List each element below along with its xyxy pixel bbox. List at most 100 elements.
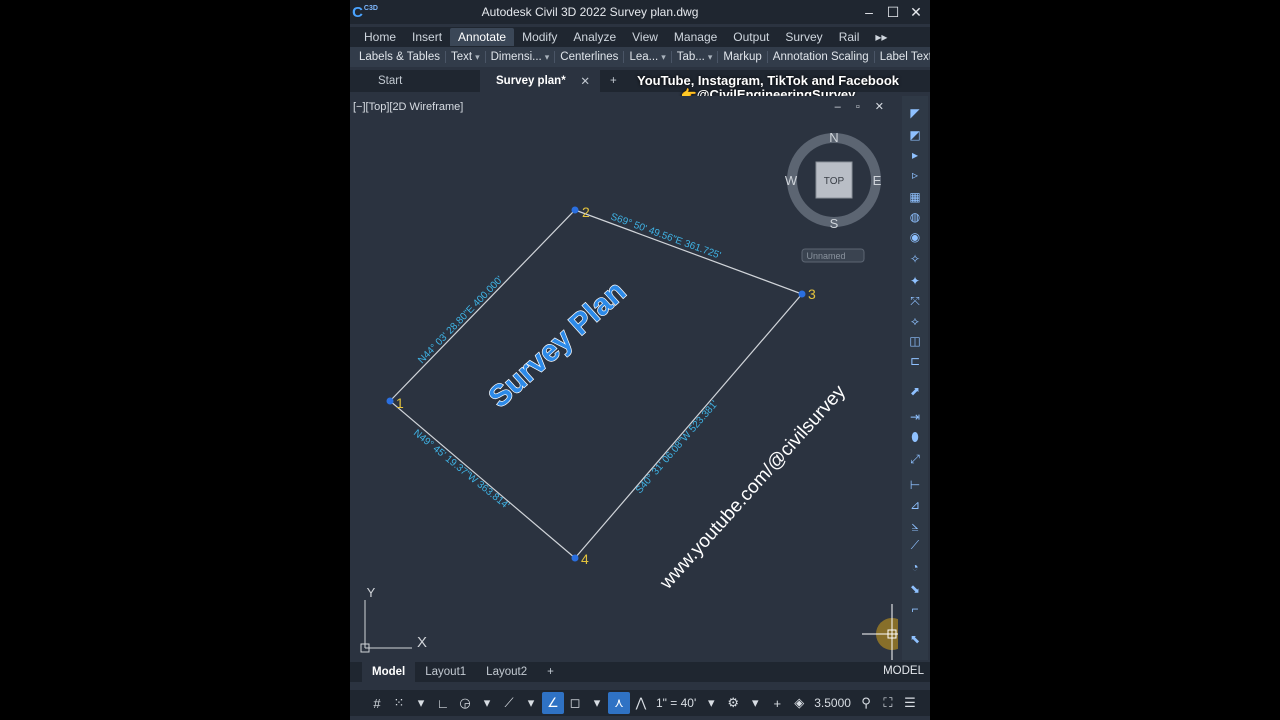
tab-layout1[interactable]: Layout1 (415, 666, 476, 678)
menu-icon[interactable]: ☰ (899, 692, 921, 714)
tab-survey[interactable]: Survey (777, 28, 830, 46)
tool-icon[interactable]: ✧ (906, 250, 924, 268)
chevron-down-icon[interactable]: ▾ (744, 692, 766, 714)
tab-survey-plan[interactable]: Survey plan* ✕ (480, 70, 600, 92)
drawing-canvas[interactable]: TOP N S E W Unnamed 1 2 3 4 N44° 03' 28.… (350, 96, 898, 660)
isodraft-icon[interactable]: ⟋ (498, 692, 520, 714)
tool-icon[interactable]: ⌐ (906, 600, 924, 618)
tab-insert[interactable]: Insert (404, 28, 450, 46)
tool-icon[interactable]: ⊢ (906, 476, 924, 494)
isolate-icon[interactable]: ⚲ (855, 692, 877, 714)
tool-icon[interactable]: ⦥ (906, 516, 924, 534)
tool-icon[interactable]: ◤ (906, 104, 924, 122)
fullscreen-icon[interactable]: ⛶ (877, 692, 899, 714)
tool-icon[interactable]: ⤢ (906, 450, 924, 468)
panel-centerlines[interactable]: Centerlines (555, 51, 625, 63)
tool-icon[interactable]: ◫ (906, 332, 924, 350)
compass-west[interactable]: W (785, 173, 798, 188)
tool-icon[interactable]: ✦ (906, 272, 924, 290)
survey-plan-title[interactable]: Survey Plan (482, 274, 633, 415)
tab-rail[interactable]: Rail (831, 28, 868, 46)
tool-icon[interactable]: ⬊ (906, 580, 924, 598)
edge-label-3-4[interactable]: S40° 31' 06.08"W 523.381' (634, 399, 721, 496)
osnap-track-icon[interactable]: ∠ (542, 692, 564, 714)
tab-output[interactable]: Output (725, 28, 777, 46)
edge-label-2-3[interactable]: S69° 50' 49.56"E 361.725' (609, 211, 722, 261)
compass-east[interactable]: E (873, 173, 882, 188)
globe-icon[interactable]: ◍ (906, 208, 924, 226)
tool-icon[interactable]: ⬮ (906, 428, 924, 446)
chevron-down-icon[interactable]: ▾ (476, 692, 498, 714)
model-space-indicator[interactable]: MODEL (883, 665, 924, 677)
tab-home[interactable]: Home (356, 28, 404, 46)
tool-icon[interactable]: ▦ (906, 188, 924, 206)
gear-icon[interactable]: ⚙ (722, 692, 744, 714)
tool-icon[interactable]: ⊏ (906, 352, 924, 370)
point-2-marker[interactable] (571, 206, 579, 214)
viewcube-top-label: TOP (824, 176, 845, 187)
tool-icon[interactable]: ▸ (906, 146, 924, 164)
chevron-down-icon[interactable]: ▾ (410, 692, 432, 714)
point-3-marker[interactable] (798, 290, 806, 298)
viewcube[interactable]: TOP N S E W Unnamed (785, 130, 882, 263)
annotation-visibility-icon[interactable]: ⋏ (608, 692, 630, 714)
osnap-icon[interactable]: ◻ (564, 692, 586, 714)
panel-leaders-label: Lea... (629, 51, 659, 63)
tab-layout2[interactable]: Layout2 (476, 666, 537, 678)
point-1-marker[interactable] (386, 397, 394, 405)
add-layout-button[interactable]: + (537, 666, 564, 678)
tool-icon[interactable]: ▹ (906, 166, 924, 184)
tab-analyze[interactable]: Analyze (565, 28, 624, 46)
tool-icon[interactable]: ⤧ (906, 292, 924, 310)
edge-label-1-2[interactable]: N44° 03' 28.80"E 400.000' (416, 274, 505, 366)
chevron-down-icon[interactable]: ▾ (520, 692, 542, 714)
tool-icon[interactable]: ⬉ (906, 630, 924, 648)
point-3-label: 3 (808, 286, 816, 302)
auto-scale-icon[interactable]: ⋀ (630, 692, 652, 714)
panel-leaders[interactable]: Lea... ▾ (624, 51, 672, 63)
snap-icon[interactable]: ⁙ (388, 692, 410, 714)
tab-model[interactable]: Model (362, 662, 416, 682)
viewport-controls-label[interactable]: [−][Top][2D Wireframe] (353, 101, 463, 113)
close-button[interactable]: ✕ (905, 2, 927, 22)
tool-icon[interactable]: ⟋ (906, 536, 924, 554)
chevron-down-icon[interactable]: ▾ (700, 692, 722, 714)
annotation-scale[interactable]: 1" = 40' (652, 696, 700, 710)
tool-icon[interactable]: ⊿ (906, 496, 924, 514)
drawing-viewport[interactable]: TOP N S E W Unnamed 1 2 3 4 N44° 03' 28.… (350, 96, 898, 660)
panel-markup[interactable]: Markup (718, 51, 768, 63)
panel-label-text[interactable]: Label Text (875, 51, 930, 63)
compass-south[interactable]: S (830, 216, 839, 231)
panel-labels-tables[interactable]: Labels & Tables (354, 51, 446, 63)
panel-text[interactable]: Text ▾ (446, 51, 486, 63)
workspace-icon[interactable]: ◈ (788, 692, 810, 714)
point-4-marker[interactable] (571, 554, 579, 562)
tool-icon[interactable]: ⇥ (906, 408, 924, 426)
edge-label-4-1[interactable]: N49° 45' 19.37"W 363.814' (411, 428, 511, 512)
more-tabs-button[interactable]: ▸▸ (867, 28, 895, 46)
tab-start[interactable]: Start (350, 70, 480, 92)
elevation-value[interactable]: 3.5000 (810, 696, 855, 710)
viewport-window-controls[interactable]: – ▫ ✕ (835, 100, 890, 113)
ortho-icon[interactable]: ∟ (432, 692, 454, 714)
maximize-button[interactable]: ☐ (882, 2, 904, 22)
tool-icon[interactable]: ◩ (906, 126, 924, 144)
tool-icon[interactable]: ◔ (906, 558, 924, 576)
panel-annotation-scaling[interactable]: Annotation Scaling (768, 51, 875, 63)
compass-north[interactable]: N (829, 130, 838, 145)
tab-modify[interactable]: Modify (514, 28, 565, 46)
tab-manage[interactable]: Manage (666, 28, 725, 46)
globe-icon[interactable]: ◉ (906, 228, 924, 246)
chevron-down-icon[interactable]: ▾ (586, 692, 608, 714)
minimize-button[interactable]: – (858, 2, 880, 22)
panel-dimensions[interactable]: Dimensi... ▾ (486, 51, 556, 63)
close-tab-icon[interactable]: ✕ (580, 74, 590, 88)
tab-annotate[interactable]: Annotate (450, 28, 515, 46)
tool-icon[interactable]: ⬈ (906, 382, 924, 400)
panel-tables[interactable]: Tab... ▾ (672, 51, 719, 63)
tool-icon[interactable]: ⟡ (906, 312, 924, 330)
grid-icon[interactable]: # (366, 692, 388, 714)
tab-view[interactable]: View (624, 28, 666, 46)
polar-icon[interactable]: ◶ (454, 692, 476, 714)
plus-icon[interactable]: + (766, 692, 788, 714)
